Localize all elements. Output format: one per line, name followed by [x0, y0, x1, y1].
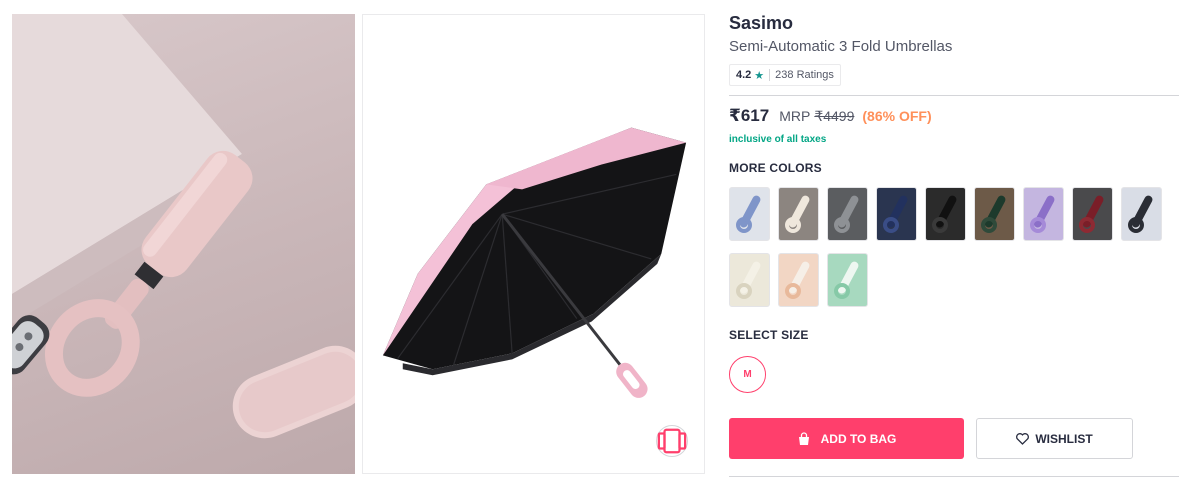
- bag-icon: [797, 431, 811, 446]
- view-similar-button[interactable]: [656, 425, 688, 457]
- size-option-m[interactable]: M: [729, 356, 766, 393]
- swatch-umbrella-handle: [735, 216, 752, 233]
- product-title: Semi-Automatic 3 Fold Umbrellas: [729, 38, 953, 55]
- tax-note: inclusive of all taxes: [729, 134, 827, 145]
- heart-icon: [1016, 432, 1030, 445]
- wishlist-label: WISHLIST: [1035, 431, 1093, 446]
- product-image-1[interactable]: [12, 14, 355, 474]
- color-swatch[interactable]: [729, 187, 770, 241]
- mrp-label: MRP: [779, 108, 811, 124]
- rating-value: 4.2: [736, 69, 752, 81]
- open-umbrella-illustration: [382, 127, 687, 398]
- brand-name: Sasimo: [729, 13, 794, 33]
- color-swatch[interactable]: [778, 253, 819, 307]
- image-gallery: [0, 0, 720, 480]
- color-swatch[interactable]: [827, 253, 868, 307]
- price-row: ₹617 MRP ₹4499 (86% OFF): [729, 106, 932, 126]
- swatch-umbrella-handle: [784, 282, 801, 299]
- product-image-2[interactable]: [362, 14, 705, 474]
- color-swatch[interactable]: [1121, 187, 1162, 241]
- color-swatch[interactable]: [925, 187, 966, 241]
- color-swatch[interactable]: [876, 187, 917, 241]
- swatch-umbrella-handle: [833, 216, 850, 233]
- divider: [729, 95, 1179, 96]
- swatch-umbrella-handle: [833, 282, 850, 299]
- select-size-title: SELECT SIZE: [729, 328, 809, 342]
- folded-umbrella-illustration: [12, 14, 355, 439]
- color-swatch[interactable]: [1072, 187, 1113, 241]
- more-colors-title: MORE COLORS: [729, 161, 822, 175]
- add-to-bag-label: ADD TO BAG: [820, 431, 897, 446]
- mrp-value: ₹4499: [814, 108, 855, 124]
- color-swatch[interactable]: [729, 253, 770, 307]
- rating-separator: [769, 69, 771, 81]
- swatch-umbrella-handle: [1127, 216, 1144, 233]
- color-swatch[interactable]: [974, 187, 1015, 241]
- ratings-count: 238 Ratings: [775, 69, 834, 81]
- color-swatch[interactable]: [1023, 187, 1064, 241]
- swatch-umbrella-handle: [735, 282, 752, 299]
- swatch-umbrella-handle: [931, 216, 948, 233]
- divider-bottom: [729, 476, 1179, 477]
- discount-percent: (86% OFF): [862, 108, 932, 124]
- swatch-umbrella-handle: [980, 216, 997, 233]
- add-to-bag-button[interactable]: ADD TO BAG: [729, 418, 964, 459]
- product-details: Sasimo Semi-Automatic 3 Fold Umbrellas 4…: [729, 0, 1179, 480]
- wishlist-button[interactable]: WISHLIST: [976, 418, 1133, 459]
- rating-badge[interactable]: 4.2 ★ 238 Ratings: [729, 64, 841, 86]
- star-icon: ★: [754, 69, 765, 82]
- swatch-umbrella-handle: [882, 216, 899, 233]
- swatch-umbrella-handle: [1029, 216, 1046, 233]
- swatch-umbrella-handle: [1078, 216, 1095, 233]
- selling-price: ₹617: [729, 106, 770, 125]
- color-swatch[interactable]: [827, 187, 868, 241]
- swatch-umbrella-handle: [784, 216, 801, 233]
- color-swatch[interactable]: [778, 187, 819, 241]
